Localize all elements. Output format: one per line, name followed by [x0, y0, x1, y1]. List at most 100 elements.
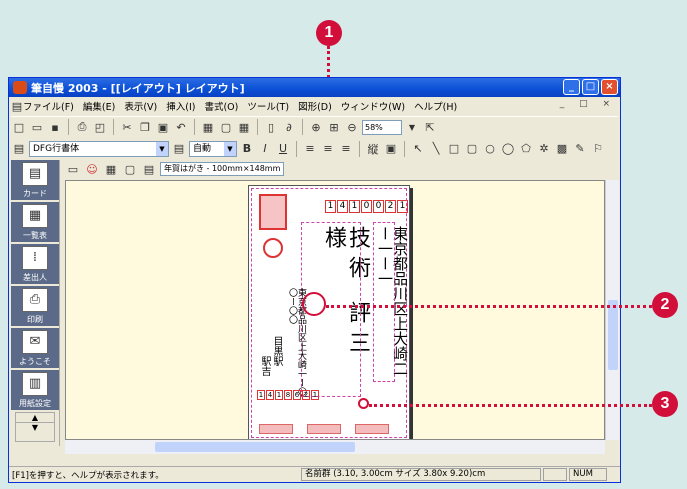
zoom-dropdown-icon[interactable]: ▼ [404, 119, 420, 135]
size-select[interactable]: 自動 ▼ [189, 140, 237, 157]
menu-view[interactable]: 表示(V) [124, 99, 157, 113]
menu-file[interactable]: ファイル(F) [23, 99, 74, 113]
menu-tools[interactable]: ツール(T) [247, 99, 289, 113]
callout-3: 3 [652, 391, 678, 417]
menu-window[interactable]: ウィンドウ(W) [341, 99, 405, 113]
size-icon: ▤ [173, 142, 185, 155]
align-left-icon[interactable]: ≡ [302, 141, 318, 157]
doc-icon[interactable]: ▤ [11, 98, 23, 114]
card-icon: ▤ [22, 161, 48, 186]
stamp-image [259, 194, 287, 230]
ellipse-icon[interactable]: ○ [482, 141, 498, 157]
link-icon[interactable]: ∂ [281, 119, 297, 135]
scroll-down-icon[interactable]: ▼ [16, 423, 54, 432]
frame-type-icon[interactable]: ▤ [141, 161, 157, 177]
handle-highlight [358, 398, 369, 409]
print-icon[interactable]: ⎙ [74, 119, 90, 135]
face-icon[interactable]: ☺ [84, 161, 100, 177]
zoom-out-icon[interactable]: ⊖ [344, 119, 360, 135]
table-icon[interactable]: ▦ [236, 119, 252, 135]
minimize-button[interactable]: _ [563, 79, 580, 95]
frame-icon[interactable]: ▣ [383, 141, 399, 157]
polygon-icon[interactable]: ⬠ [518, 141, 534, 157]
list-icon: ▦ [22, 203, 48, 228]
maximize-button[interactable]: □ [582, 79, 599, 95]
postcard[interactable]: 1 4 1 0 0 2 1 東京都品川区上大崎二ー一ー一 技術 評三 様 東京都… [248, 185, 410, 439]
chevron-down-icon[interactable]: ▼ [224, 141, 236, 156]
layout-icon[interactable]: ▦ [200, 119, 216, 135]
font-panel-icon[interactable]: ▤ [11, 141, 27, 157]
cut-icon[interactable]: ✂ [119, 119, 135, 135]
zip-digit: 1 [349, 200, 360, 213]
title-bar: 筆自慢 2003 - [[レイアウト] レイアウト] _ □ × [9, 78, 620, 97]
sender-name-2[interactable]: 駅吉 [259, 356, 270, 386]
bold-icon[interactable]: B [239, 141, 255, 157]
window-icon[interactable]: ▭ [65, 161, 81, 177]
scroll-up-icon[interactable]: ▲ [16, 413, 54, 423]
zoom-in-icon[interactable]: ⊞ [326, 119, 342, 135]
recipient-name[interactable]: 技術 評三 様 [321, 226, 370, 396]
italic-icon[interactable]: I [257, 141, 273, 157]
help-cursor-icon[interactable]: ⇱ [422, 119, 438, 135]
status-position: 名前群 (3.10, 3.00cm サイズ 3.80x 9.20)cm [301, 468, 541, 481]
grid-icon[interactable]: ▦ [103, 161, 119, 177]
star-icon[interactable]: ✲ [536, 141, 552, 157]
mdi-controls[interactable]: _ □ × [560, 99, 616, 109]
panel-welcome[interactable]: ✉ ようこそ [11, 328, 59, 370]
paint-icon[interactable]: ✎ [572, 141, 588, 157]
panel-print[interactable]: ⎙ 印刷 [11, 286, 59, 328]
zip-digit: 8 [284, 390, 292, 400]
align-center-icon[interactable]: ≡ [320, 141, 336, 157]
menu-shapes[interactable]: 図形(D) [298, 99, 332, 113]
chevron-down-icon[interactable]: ▼ [156, 141, 168, 156]
card-icon[interactable]: ▢ [218, 119, 234, 135]
footer-stamps [259, 424, 389, 434]
zip-digit: 2 [302, 390, 310, 400]
vertical-scroll-thumb[interactable] [608, 300, 618, 370]
preview-icon[interactable]: ◰ [92, 119, 108, 135]
close-button[interactable]: × [601, 79, 618, 95]
paste-icon[interactable]: ▣ [155, 119, 171, 135]
panel-card[interactable]: ▤ カード [11, 160, 59, 202]
new-icon[interactable]: □ [11, 119, 27, 135]
panel-paper[interactable]: ▥ 用紙設定 [11, 370, 59, 412]
panel-list[interactable]: ▦ 一覧表 [11, 202, 59, 244]
vertical-scrollbar[interactable] [605, 180, 619, 440]
rect-icon[interactable]: □ [446, 141, 462, 157]
select-arrow-icon[interactable]: ↖ [410, 141, 426, 157]
footer-stamp [355, 424, 389, 434]
stamp-icon[interactable]: ⚐ [590, 141, 606, 157]
vertical-text-icon[interactable]: 縦 [365, 141, 381, 157]
undo-icon[interactable]: ↶ [173, 119, 189, 135]
circle-icon[interactable]: ◯ [500, 141, 516, 157]
open-icon[interactable]: ▭ [29, 119, 45, 135]
menu-format[interactable]: 書式(O) [204, 99, 238, 113]
save-icon[interactable]: ▪ [47, 119, 63, 135]
sender-name[interactable]: 目黒駅 [271, 336, 282, 386]
layout-canvas[interactable]: 1 4 1 0 0 2 1 東京都品川区上大崎二ー一ー一 技術 評三 様 東京都… [65, 180, 605, 440]
menu-help[interactable]: ヘルプ(H) [414, 99, 457, 113]
zip-digit: 4 [337, 200, 348, 213]
zoom-icon[interactable]: ⊕ [308, 119, 324, 135]
image-icon[interactable]: ▩ [554, 141, 570, 157]
align-right-icon[interactable]: ≡ [338, 141, 354, 157]
menu-insert[interactable]: 挿入(I) [166, 99, 195, 113]
text-icon[interactable]: ▯ [263, 119, 279, 135]
underline-icon[interactable]: U [275, 141, 291, 157]
menu-edit[interactable]: 編集(E) [83, 99, 115, 113]
horizontal-scrollbar[interactable] [65, 440, 605, 454]
size-value: 自動 [193, 143, 212, 154]
status-blank [543, 468, 567, 481]
panel-sender[interactable]: ⁞ 差出人 [11, 244, 59, 286]
zoom-select[interactable]: 58% [362, 119, 402, 135]
text-frame-icon[interactable]: ▢ [122, 161, 138, 177]
recipient-address[interactable]: 東京都品川区上大崎二ー一ー一 [376, 226, 409, 376]
postmark-image [263, 238, 283, 258]
horizontal-scroll-thumb[interactable] [155, 442, 355, 452]
rounded-rect-icon[interactable]: ▢ [464, 141, 480, 157]
window-title: 筆自慢 2003 - [[レイアウト] レイアウト] [31, 81, 245, 95]
copy-icon[interactable]: ❐ [137, 119, 153, 135]
panel-scroll[interactable]: ▲ ▼ [15, 412, 55, 442]
font-select[interactable]: DFG行書体 ▼ [29, 140, 169, 157]
line-icon[interactable]: ╲ [428, 141, 444, 157]
